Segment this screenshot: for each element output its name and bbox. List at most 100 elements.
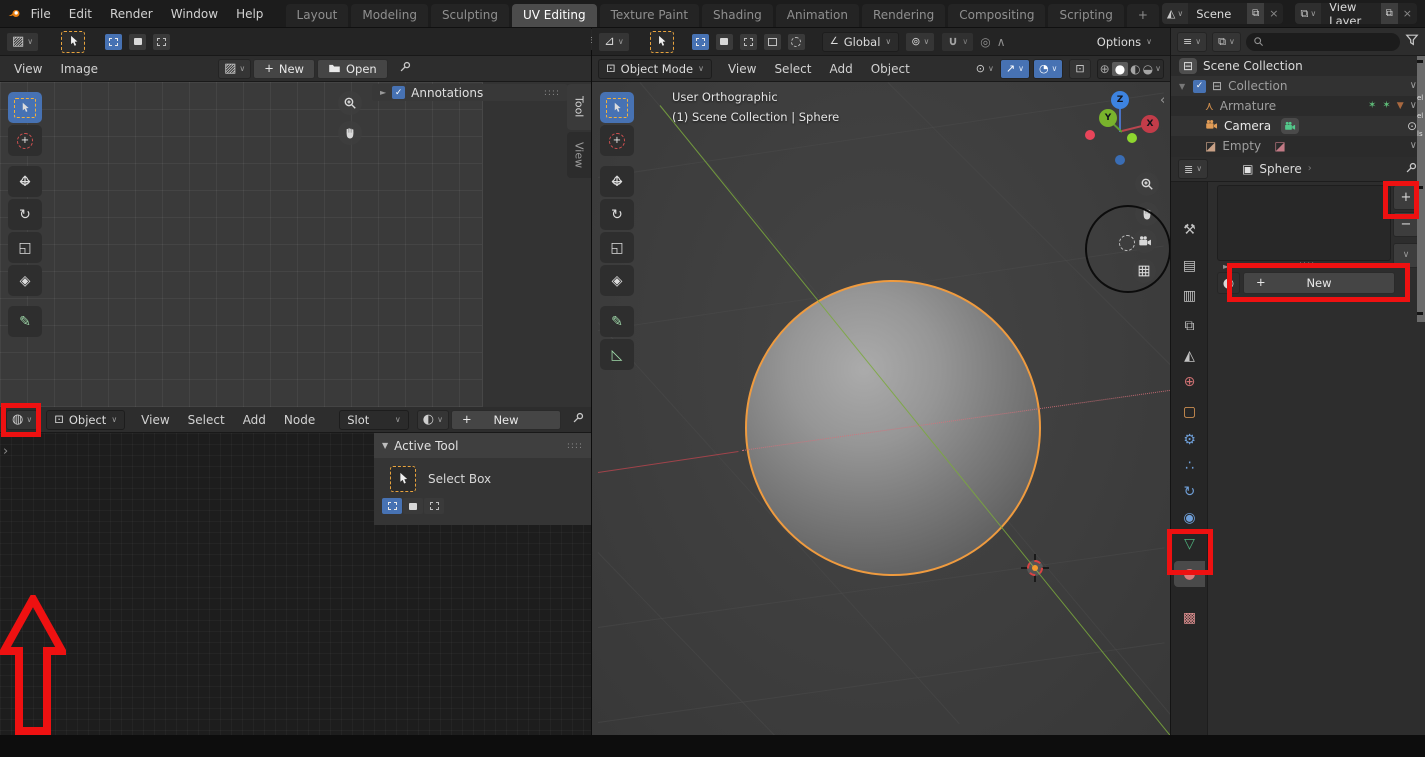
slot-dropdown[interactable]: Slot∨: [339, 410, 409, 430]
menu-edit[interactable]: Edit: [61, 5, 100, 23]
unlink-scene-icon[interactable]: ×: [1264, 7, 1283, 20]
z-axis-ball[interactable]: Z: [1111, 91, 1129, 109]
add-workspace-button[interactable]: +: [1127, 4, 1159, 27]
pivot-point-button[interactable]: ⊚∨: [905, 32, 935, 52]
workspace-tab-layout[interactable]: Layout: [286, 4, 349, 27]
tab-material[interactable]: ◕: [1174, 561, 1205, 587]
tab-particles[interactable]: ∴: [1174, 453, 1205, 479]
tab-texture[interactable]: ▩: [1174, 605, 1205, 631]
uv-sidebar-tab-view[interactable]: View: [567, 132, 591, 178]
tab-constraints[interactable]: ◉: [1174, 505, 1205, 531]
vp-tool-measure[interactable]: ◺: [600, 339, 634, 370]
tab-tool[interactable]: ⚒: [1174, 217, 1205, 243]
remove-material-slot-button[interactable]: −: [1393, 212, 1419, 237]
vp-tool-move[interactable]: ↔↕: [600, 166, 634, 197]
bone-icon[interactable]: ✶: [1382, 101, 1390, 111]
snap-toggle-button[interactable]: ∨: [941, 32, 974, 52]
uv-tool-cursor[interactable]: +: [8, 125, 42, 156]
new-view-layer-copy-icon[interactable]: ⧉: [1381, 3, 1398, 24]
outliner-row-empty[interactable]: ◪ Empty ◪ ∨: [1171, 136, 1425, 156]
vp-select-mode-new[interactable]: [692, 34, 709, 50]
uv-active-tool-button[interactable]: [61, 31, 85, 53]
workspace-tab-uv-editing[interactable]: UV Editing: [512, 4, 597, 27]
options-dropdown[interactable]: Options∨: [1089, 32, 1160, 52]
active-tool-panel-header[interactable]: ▼ Active Tool ::::: [374, 433, 591, 458]
add-material-slot-button[interactable]: +: [1393, 185, 1419, 210]
uv-new-image-button[interactable]: +New: [253, 59, 315, 79]
uv-tool-annotate[interactable]: ✎: [8, 306, 42, 337]
workspace-tab-sculpting[interactable]: Sculpting: [431, 4, 509, 27]
viewport-canvas[interactable]: User Orthographic (1) Scene Collection |…: [592, 82, 1170, 735]
camera-data-icon[interactable]: [1281, 118, 1299, 134]
neg-z-axis-dot[interactable]: [1115, 155, 1125, 165]
outliner-display-mode-button[interactable]: ⧉∨: [1212, 32, 1241, 52]
x-axis-ball[interactable]: X: [1141, 115, 1159, 133]
shading-material-button[interactable]: ◐: [1130, 63, 1140, 75]
outliner-row-collection[interactable]: ▼ ✓ ⊟ Collection ∨: [1171, 76, 1425, 96]
menu-render[interactable]: Render: [102, 5, 161, 23]
scene-browse-button[interactable]: ◭∨: [1162, 3, 1188, 24]
annotations-panel-header[interactable]: ► ✓ Annotations ::::: [372, 84, 568, 101]
annotations-checkbox[interactable]: ✓: [392, 86, 405, 99]
xray-toggle[interactable]: ⊡: [1069, 59, 1090, 79]
vp-select-mode-invert[interactable]: [764, 34, 781, 50]
armature-data-icon[interactable]: ▼: [1397, 102, 1404, 111]
vp-camera-view-icon[interactable]: [1133, 229, 1157, 253]
remove-view-layer-icon[interactable]: ×: [1398, 7, 1417, 20]
expander-icon[interactable]: ►: [380, 89, 386, 97]
shading-solid-button[interactable]: ●: [1112, 62, 1128, 76]
view-layer-name-field[interactable]: View Layer: [1321, 3, 1380, 24]
shader-editor-canvas[interactable]: › ▼ Active Tool :::: Select Box: [0, 433, 591, 735]
uv-menu-image[interactable]: Image: [52, 60, 106, 78]
uv-pan-hand-icon[interactable]: [338, 121, 362, 145]
tool-mode-extend[interactable]: [403, 498, 423, 514]
scene-name-field[interactable]: Scene: [1188, 7, 1247, 21]
uv-editor-type-button[interactable]: ▨∨: [6, 32, 39, 52]
shading-wireframe-button[interactable]: ⊕: [1100, 63, 1110, 75]
outliner-editor-type-button[interactable]: ≡∨: [1177, 32, 1207, 52]
blender-logo-icon[interactable]: [8, 6, 21, 21]
chevron-down-icon[interactable]: ∨: [1410, 141, 1417, 151]
browse-material-button[interactable]: ◐: [1217, 272, 1240, 294]
uv-sidebar-tab-tool[interactable]: Tool: [567, 84, 591, 130]
outliner-row-scene-collection[interactable]: ⊟ Scene Collection: [1171, 56, 1425, 76]
vp-select-mode-intersect[interactable]: [788, 34, 805, 50]
outliner-row-armature[interactable]: ⋏ Armature ✶ ✶ ▼ ∨: [1171, 96, 1425, 116]
vp-menu-select[interactable]: Select: [766, 60, 819, 78]
mode-dropdown[interactable]: ⊡Object Mode∨: [598, 59, 712, 79]
tab-object-data[interactable]: ▽: [1174, 531, 1205, 557]
expander-icon[interactable]: ▼: [1179, 82, 1193, 91]
workspace-tab-rendering[interactable]: Rendering: [862, 4, 945, 27]
y-axis-ball[interactable]: Y: [1099, 109, 1117, 127]
uv-image-browse-button[interactable]: ▨∨: [218, 59, 251, 79]
shading-rendered-button[interactable]: ◒: [1143, 63, 1153, 75]
material-slots-list[interactable]: [1217, 185, 1391, 261]
filter-icon[interactable]: [1405, 33, 1419, 50]
chevron-down-icon[interactable]: ∨: [1410, 101, 1417, 111]
tab-view-layer[interactable]: ⧉: [1174, 313, 1205, 339]
collection-checkbox[interactable]: ✓: [1193, 80, 1206, 93]
uv-select-mode-subtract[interactable]: [153, 34, 170, 50]
uv-open-image-button[interactable]: Open: [317, 59, 388, 79]
menu-help[interactable]: Help: [228, 5, 271, 23]
tab-render[interactable]: ▤: [1174, 253, 1205, 279]
proportional-editing-icon[interactable]: ◎: [980, 36, 990, 48]
uv-pin-icon[interactable]: [398, 60, 412, 77]
node-menu-node[interactable]: Node: [276, 411, 323, 429]
uv-editor-canvas[interactable]: + ↔↕ ↻ ◱ ◈ ✎ ► ✓ Annotations :::: Tool V…: [0, 82, 591, 407]
show-overlays-toggle[interactable]: ◔∨: [1033, 59, 1063, 79]
vp-ortho-grid-icon[interactable]: [1132, 259, 1156, 283]
workspace-tab-shading[interactable]: Shading: [702, 4, 773, 27]
uv-tool-move[interactable]: ↔↕: [8, 166, 42, 197]
slots-expander-icon[interactable]: ►: [1223, 263, 1229, 271]
tab-physics[interactable]: ↻: [1174, 479, 1205, 505]
menu-window[interactable]: Window: [163, 5, 226, 23]
vp-menu-add[interactable]: Add: [821, 60, 860, 78]
neg-x-axis-dot[interactable]: [1085, 130, 1095, 140]
tool-mode-new[interactable]: [382, 498, 402, 514]
vp-tool-select-box[interactable]: [600, 92, 634, 123]
visibility-dropdown[interactable]: ⊙∨: [970, 59, 1000, 79]
vp-tool-scale[interactable]: ◱: [600, 232, 634, 263]
viewport-active-tool-button[interactable]: [650, 31, 674, 53]
image-data-icon[interactable]: ◪: [1271, 138, 1289, 154]
